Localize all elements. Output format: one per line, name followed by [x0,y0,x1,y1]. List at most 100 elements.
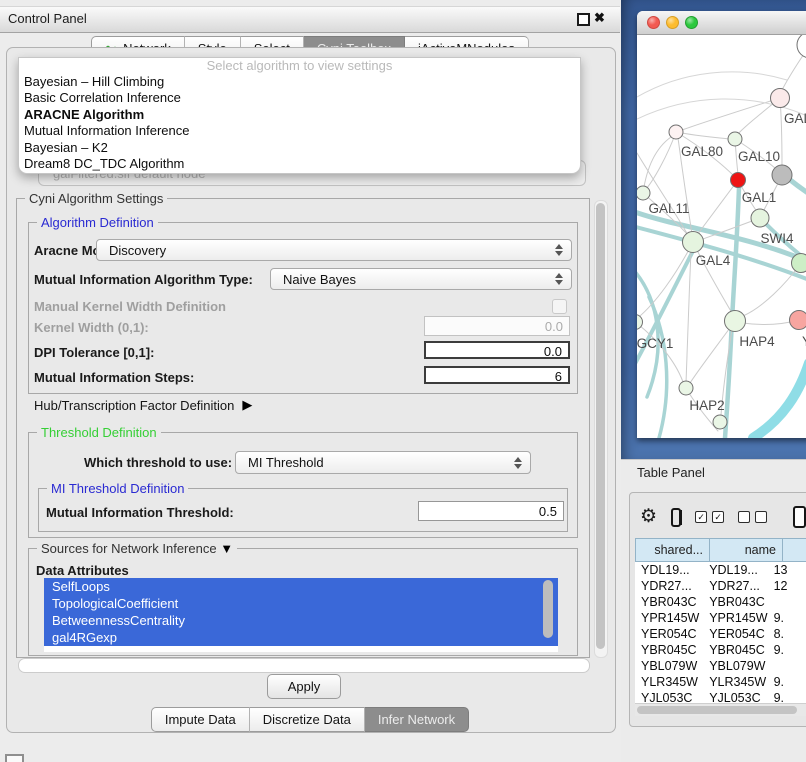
mode-tab-discretize-data[interactable]: Discretize Data [250,707,365,732]
kernel-width-field[interactable]: 0.0 [424,316,570,336]
mode-tab-impute-data[interactable]: Impute Data [151,707,250,732]
algorithm-option-aracne-algorithm[interactable]: ARACNE Algorithm [19,107,580,123]
minimized-panel-icon[interactable] [5,754,24,762]
network-node-gal1[interactable] [751,209,769,227]
gear-icon[interactable]: ⚙ [640,504,657,530]
algorithm-option-mutual-information-inference[interactable]: Mutual Information Inference [19,123,580,139]
network-node-swi4[interactable] [792,254,806,273]
table-row[interactable]: YDR27...YDR27...12 [635,578,806,594]
mi-threshold-field[interactable]: 0.5 [418,501,564,521]
network-edge[interactable] [646,132,676,189]
traffic-lights [647,16,704,34]
network-edge[interactable] [789,179,806,199]
column-header-name[interactable]: name [710,538,783,562]
attribute-item-betweennesscentrality[interactable]: BetweennessCentrality [44,612,558,629]
node-label-gal10: GAL10 [738,149,780,164]
combo-stepper-icon [510,457,526,469]
columns-icon[interactable] [671,508,681,527]
network-window-titlebar[interactable] [637,11,806,35]
mi-type-combo[interactable]: Naive Bayes [270,268,572,290]
network-node[interactable] [797,35,806,58]
network-node-gal10[interactable] [728,132,742,146]
close-panel-button[interactable]: ✖ [594,8,605,28]
table-row[interactable]: YBR043CYBR043C [635,594,806,610]
table-row[interactable]: YBL079WYBL079W [635,658,806,674]
table-row[interactable]: YER054CYER054C8. [635,626,806,642]
partial-table-icon[interactable] [793,506,806,528]
manual-kernel-checkbox[interactable] [552,299,567,314]
network-node-hap4[interactable] [725,311,746,332]
combo-stepper-icon [551,273,567,285]
network-node-y[interactable] [790,311,806,330]
manual-kernel-label: Manual Kernel Width Definition [34,296,226,318]
checked-boxes-icon[interactable]: ✓ [695,511,707,523]
node-label-swi4: SWI4 [760,231,793,246]
network-edge[interactable] [637,72,787,97]
network-edge[interactable] [686,251,691,383]
network-node-gal2[interactable] [771,89,790,108]
data-attributes-list[interactable]: SelfLoopsTopologicalCoefficientBetweenne… [44,578,558,652]
algorithm-option-bayesian-hill-climbing[interactable]: Bayesian – Hill Climbing [19,74,580,90]
mi-steps-field[interactable]: 6 [424,366,570,384]
unchecked-boxes-icon[interactable] [738,511,767,523]
dpi-tolerance-label: DPI Tolerance [0,1]: [34,342,154,364]
float-panel-button[interactable] [577,13,590,26]
mode-tab-infer-network[interactable]: Infer Network [365,707,469,732]
network-node-gal4[interactable] [683,232,704,253]
table-cell: 9. [770,690,806,703]
collapse-down-icon[interactable]: ▼ [220,541,233,556]
unchecked-boxes-icon[interactable] [755,511,767,523]
network-node-gal11[interactable] [637,186,650,200]
aracne-mode-combo[interactable]: Discovery [96,239,572,261]
algorithm-option-bayesian-k2[interactable]: Bayesian – K2 [19,140,580,156]
network-edge[interactable] [753,363,806,438]
network-edge[interactable] [649,297,667,438]
close-window-button[interactable] [647,16,660,29]
apply-button[interactable]: Apply [267,674,341,699]
network-view-window[interactable]: GAL2GAL80GAL10GAL11GAL1GAL4SWI4GCY1HAP4Y… [637,11,806,438]
attribute-item-topologicalcoefficient[interactable]: TopologicalCoefficient [44,595,558,612]
table-row[interactable]: YPR145WYPR145W9. [635,610,806,626]
dpi-tolerance-field[interactable]: 0.0 [424,341,570,359]
node-label-gal2: GAL2 [784,111,806,126]
minimize-window-button[interactable] [666,16,679,29]
attribute-item-selfloops[interactable]: SelfLoops [44,578,558,595]
hub-definition-expander[interactable]: Hub/Transcription Factor Definition ▶ [34,397,252,413]
network-node[interactable] [772,165,792,185]
algorithm-option-dream8-dc-tdc-algorithm[interactable]: Dream8 DC_TDC Algorithm [19,156,580,172]
column-header-shared[interactable]: shared... [635,538,710,562]
table-row[interactable]: YBR045CYBR045C9. [635,642,806,658]
popup-placeholder: Select algorithm to view settings [19,58,580,74]
attribute-item-gal4rgexp[interactable]: gal4RGexp [44,629,558,646]
network-node-gal80[interactable] [669,125,683,139]
unchecked-boxes-icon[interactable] [738,511,750,523]
settings-horizontal-scrollbar[interactable] [18,658,590,673]
table-cell: 9. [770,674,806,690]
network-node[interactable] [731,173,746,188]
settings-vertical-scrollbar[interactable] [594,200,608,658]
zoom-window-button[interactable] [685,16,698,29]
algorithm-option-basic-correlation-inference[interactable]: Basic Correlation Inference [19,90,580,106]
table-row[interactable]: YDL19...YDL19...13 [635,562,806,578]
network-edge[interactable] [743,263,801,316]
network-canvas[interactable]: GAL2GAL80GAL10GAL11GAL1GAL4SWI4GCY1HAP4Y… [637,35,806,438]
list-vertical-scrollbar[interactable] [543,580,553,644]
mi-type-label: Mutual Information Algorithm Type: [34,269,253,291]
network-node[interactable] [713,415,727,429]
network-edge[interactable] [697,180,738,235]
node-label-gal11: GAL11 [648,201,689,216]
network-node-hap2[interactable] [679,381,693,395]
threshold-combo[interactable]: MI Threshold [235,451,531,474]
checked-boxes-icon[interactable]: ✓ [712,511,724,523]
threshold-definition-title: Threshold Definition [37,425,161,440]
table-cell: YER054C [703,626,769,642]
table-row[interactable]: YLR345WYLR345W9. [635,674,806,690]
network-edge[interactable] [676,132,729,139]
table-row[interactable]: YJL053CYJL053C9. [635,690,806,703]
network-edge[interactable] [780,98,782,166]
table-cell: YDR27... [703,578,769,594]
node-label-gal80: GAL80 [681,144,723,159]
checked-boxes-icon[interactable]: ✓✓ [695,511,724,523]
column-header-clipped[interactable] [783,538,806,562]
table-horizontal-scrollbar[interactable] [635,703,806,716]
